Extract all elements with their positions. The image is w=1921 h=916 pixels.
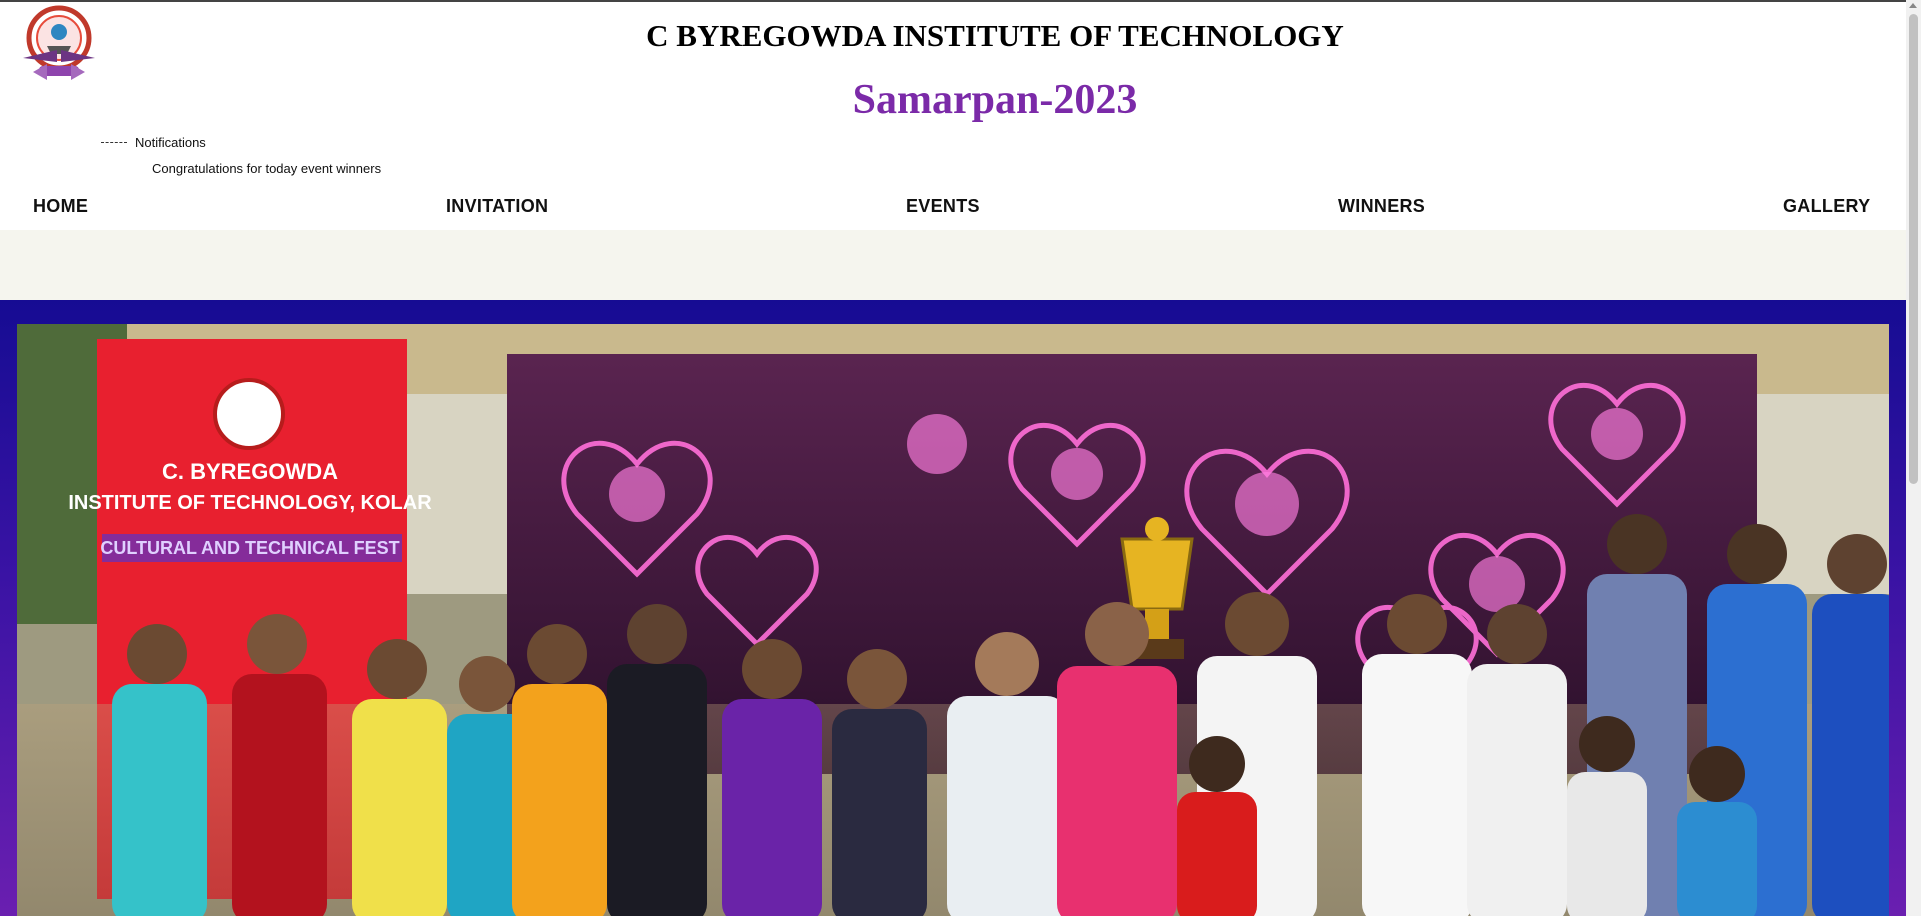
window-top-border	[0, 0, 1906, 2]
notifications-header: Notifications	[101, 135, 206, 150]
notification-message[interactable]: Congratulations for today event winners	[152, 161, 381, 176]
nav-spacer-band	[0, 230, 1906, 300]
nav-home[interactable]: HOME	[33, 196, 88, 217]
page-scrollbar[interactable]	[1906, 0, 1921, 916]
hero-section: C. BYREGOWDA INSTITUTE OF TECHNOLOGY, KO…	[0, 300, 1906, 916]
scroll-thumb[interactable]	[1909, 14, 1918, 484]
nav-gallery[interactable]: GALLERY	[1783, 196, 1870, 217]
nav-events[interactable]: EVENTS	[906, 196, 980, 217]
institute-title: C BYREGOWDA INSTITUTE OF TECHNOLOGY	[646, 18, 1344, 53]
main-nav: HOME INVITATION EVENTS WINNERS GALLERY	[0, 194, 1906, 230]
banner-text-1: C. BYREGOWDA	[162, 459, 338, 484]
nav-winners[interactable]: WINNERS	[1338, 196, 1425, 217]
nav-invitation[interactable]: INVITATION	[446, 196, 548, 217]
banner-text-2: INSTITUTE OF TECHNOLOGY, KOLAR	[68, 492, 432, 514]
notifications-label: Notifications	[135, 135, 206, 150]
scroll-up-arrow-icon[interactable]	[1909, 3, 1917, 8]
banner-text-3: CULTURAL AND TECHNICAL FEST	[100, 538, 399, 558]
hero-photo: C. BYREGOWDA INSTITUTE OF TECHNOLOGY, KO…	[17, 324, 1889, 916]
event-title: Samarpan-2023	[852, 77, 1138, 123]
dash-icon	[101, 141, 127, 144]
